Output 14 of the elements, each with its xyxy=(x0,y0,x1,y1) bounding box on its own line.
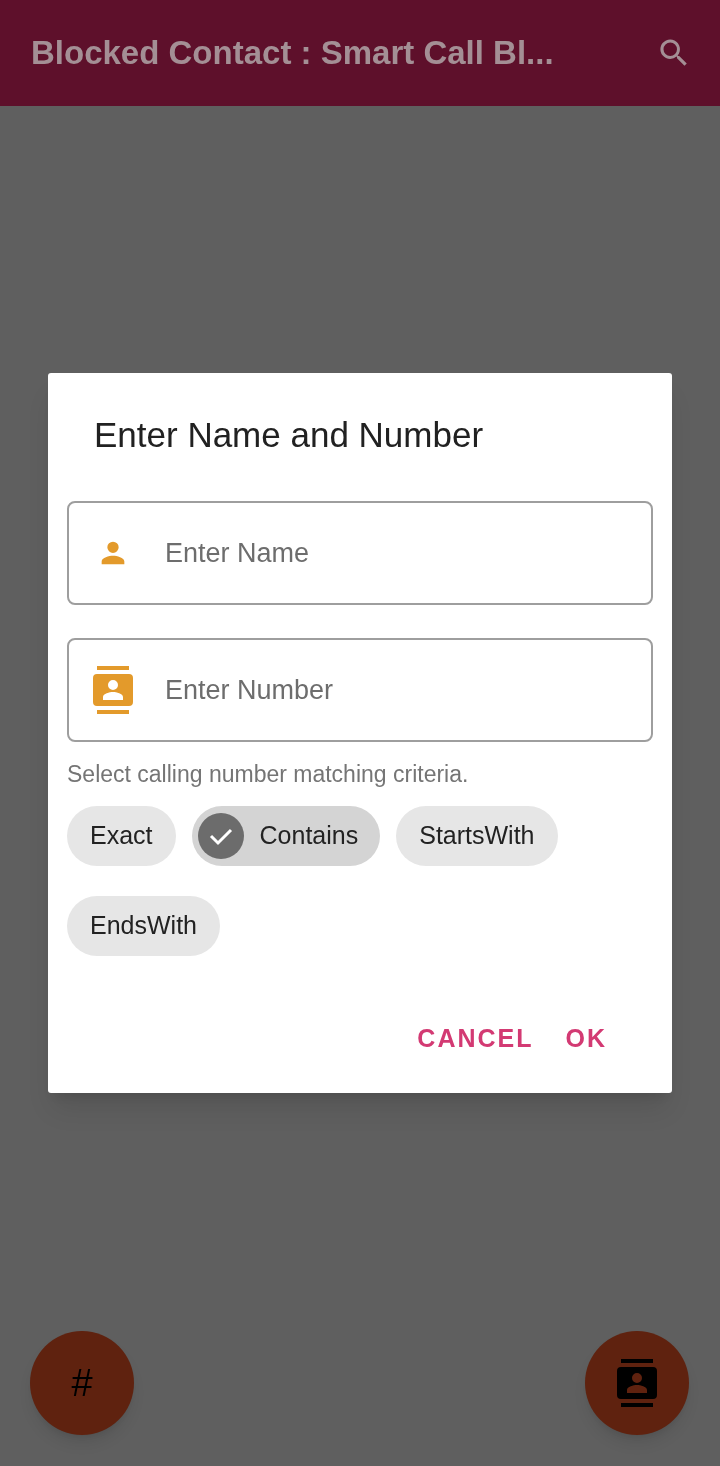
filter-chip[interactable]: Contains xyxy=(191,806,381,866)
dialog-button[interactable]: OK xyxy=(563,1016,609,1062)
input-field[interactable]: Enter Number xyxy=(67,638,653,742)
input-field[interactable]: Enter Name xyxy=(67,501,653,605)
dialog-title: Enter Name and Number xyxy=(94,414,485,456)
filter-chip[interactable]: StartsWith xyxy=(396,806,558,866)
filter-chip[interactable]: Exact xyxy=(67,806,176,866)
contact-card-icon xyxy=(617,1359,657,1407)
helper-text: Select calling number matching criteria. xyxy=(67,760,470,788)
filter-chip[interactable]: EndsWith xyxy=(67,896,220,956)
dialog-button[interactable]: CANCEL xyxy=(415,1016,536,1062)
contact-card-icon xyxy=(93,666,133,714)
check-icon xyxy=(197,813,244,859)
app-title: Blocked Contact : Smart Call Bl... xyxy=(31,33,555,74)
